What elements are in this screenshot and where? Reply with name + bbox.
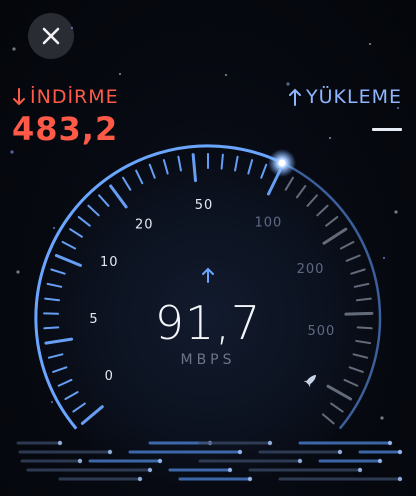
wave-dot bbox=[147, 467, 153, 473]
star bbox=[50, 400, 54, 404]
wave-dot bbox=[237, 449, 243, 455]
gauge-scale-label: 200 bbox=[297, 262, 325, 277]
star bbox=[118, 72, 122, 76]
wave-dot bbox=[247, 476, 253, 482]
wave-dot bbox=[157, 458, 163, 464]
speed-gauge: 0 5 10 20 50 100 200 500 bbox=[10, 26, 403, 488]
star bbox=[328, 136, 332, 140]
wave-dot bbox=[137, 476, 143, 482]
star bbox=[224, 73, 228, 77]
gauge-scale-label: 10 bbox=[100, 255, 119, 270]
star bbox=[10, 150, 14, 154]
gauge-tick bbox=[220, 153, 224, 170]
gauge-scale-label: 0 bbox=[105, 369, 114, 384]
gauge-scale-label: 5 bbox=[89, 312, 98, 327]
star bbox=[394, 210, 398, 214]
star bbox=[52, 226, 56, 230]
gauge-tick bbox=[344, 311, 374, 316]
star bbox=[12, 47, 16, 51]
star bbox=[382, 256, 386, 260]
star bbox=[286, 82, 290, 86]
gauge-indicator-dot bbox=[278, 159, 286, 167]
gauge-scale-label: 500 bbox=[307, 324, 335, 339]
wave-dot bbox=[377, 458, 383, 464]
wave-dot bbox=[267, 440, 273, 446]
wave-dot bbox=[357, 467, 363, 473]
gauge-scale-label: 50 bbox=[195, 198, 214, 213]
wave-dot bbox=[397, 449, 403, 455]
wave-dot bbox=[387, 440, 393, 446]
star bbox=[70, 26, 74, 30]
speed-unit: MBPS bbox=[180, 352, 236, 368]
wave-dot bbox=[57, 440, 63, 446]
star bbox=[396, 106, 400, 110]
wave-dot bbox=[297, 458, 303, 464]
wave-dot bbox=[77, 458, 83, 464]
gauge-tick bbox=[43, 326, 60, 330]
gauge-scale-label: 20 bbox=[135, 218, 154, 233]
star bbox=[16, 270, 20, 274]
wave-dot bbox=[227, 467, 233, 473]
arrow-up-icon bbox=[202, 267, 214, 283]
wave-dot bbox=[107, 449, 113, 455]
speedtest-screen: İNDİRME 483,2 YÜKLEME 0 5 10 20 50 100 2… bbox=[0, 0, 416, 496]
wave-dot bbox=[397, 476, 403, 482]
wave-dot bbox=[337, 449, 343, 455]
gauge-scale-label: 100 bbox=[254, 215, 282, 230]
gauge-tick bbox=[356, 326, 373, 330]
current-speed-value: 91,7 bbox=[154, 296, 262, 350]
star bbox=[368, 42, 372, 46]
star bbox=[380, 416, 384, 420]
